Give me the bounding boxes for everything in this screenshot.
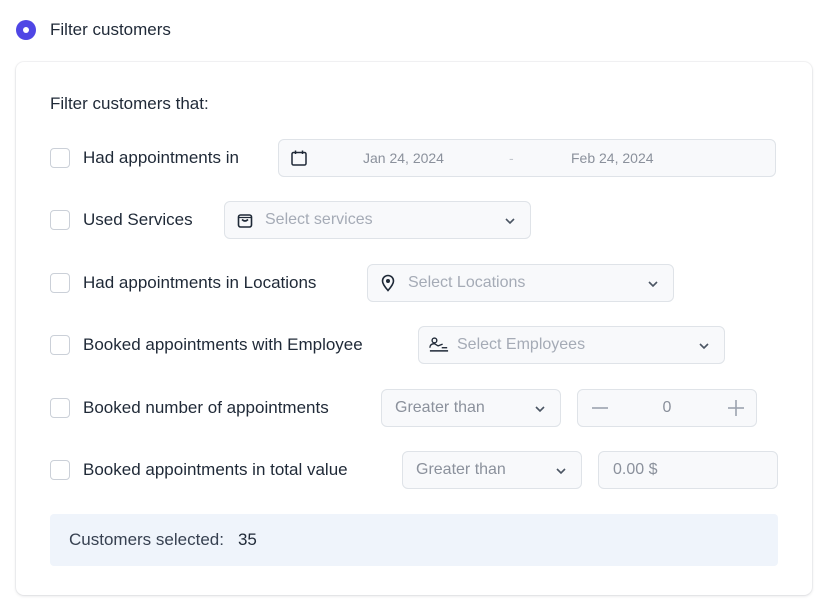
total-value-input[interactable]: 0.00 $ <box>598 451 778 489</box>
chevron-down-icon <box>534 402 546 420</box>
appointments-in-label: Had appointments in <box>83 148 239 167</box>
employee-label: Booked appointments with Employee <box>83 335 363 354</box>
locations-select[interactable]: Select Locations <box>367 264 674 302</box>
value-comparator-value: Greater than <box>416 461 506 478</box>
employees-select[interactable]: Select Employees <box>418 326 725 364</box>
customers-selected-summary: Customers selected: 35 <box>50 514 778 566</box>
date-separator: - <box>509 150 514 166</box>
number-comparator-select[interactable]: Greater than <box>381 389 561 427</box>
employees-placeholder: Select Employees <box>457 336 586 353</box>
number-of-appointments-checkbox[interactable] <box>50 398 70 418</box>
total-value-checkbox[interactable] <box>50 460 70 480</box>
customers-selected-count: 35 <box>237 530 257 549</box>
locations-placeholder: Select Locations <box>408 274 526 291</box>
locations-label: Had appointments in Locations <box>83 273 317 292</box>
customers-selected-label: Customers selected: <box>69 530 224 549</box>
employee-checkbox[interactable] <box>50 335 70 355</box>
total-value-label: Booked appointments in total value <box>83 460 348 479</box>
total-value-amount: 0.00 $ <box>613 461 658 478</box>
filter-customers-option[interactable]: Filter customers <box>16 20 171 40</box>
employee-icon <box>429 335 449 355</box>
used-services-checkbox[interactable] <box>50 210 70 230</box>
used-services-label: Used Services <box>83 210 193 229</box>
filter-customers-radio[interactable] <box>16 20 36 40</box>
date-range-picker[interactable]: Jan 24, 2024 - Feb 24, 2024 <box>278 139 776 177</box>
appointments-in-checkbox[interactable] <box>50 148 70 168</box>
calendar-icon <box>289 148 309 168</box>
filter-row-total-value: Booked appointments in total value <box>50 451 348 489</box>
filter-row-used-services: Used Services <box>50 201 193 239</box>
chevron-down-icon <box>647 277 659 295</box>
bag-icon <box>235 210 255 230</box>
chevron-down-icon <box>698 339 710 357</box>
filter-row-number-of-appointments: Booked number of appointments <box>50 389 329 427</box>
filter-row-locations: Had appointments in Locations <box>50 264 316 302</box>
increment-button[interactable] <box>726 398 746 423</box>
services-select[interactable]: Select services <box>224 201 531 239</box>
filter-customers-label: Filter customers <box>50 20 171 39</box>
filter-row-employee: Booked appointments with Employee <box>50 326 363 364</box>
value-comparator-select[interactable]: Greater than <box>402 451 582 489</box>
filter-heading: Filter customers that: <box>50 94 209 113</box>
location-pin-icon <box>378 273 398 293</box>
services-placeholder: Select services <box>265 211 373 228</box>
end-date[interactable]: Feb 24, 2024 <box>571 150 654 166</box>
chevron-down-icon <box>555 464 567 482</box>
chevron-down-icon <box>504 214 516 232</box>
number-comparator-value: Greater than <box>395 399 485 416</box>
number-of-appointments-label: Booked number of appointments <box>83 398 329 417</box>
locations-checkbox[interactable] <box>50 273 70 293</box>
filter-row-appointments-in: Had appointments in <box>50 139 239 177</box>
start-date[interactable]: Jan 24, 2024 <box>363 150 444 166</box>
quantity-stepper[interactable]: 0 <box>577 389 757 427</box>
